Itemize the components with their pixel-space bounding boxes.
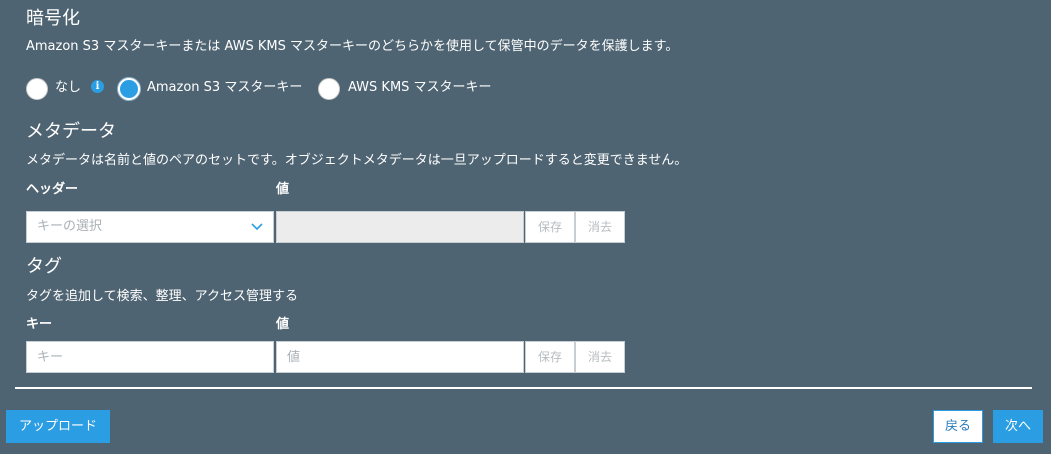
radio-kms-master-key-label[interactable]: AWS KMS マスターキー [348, 80, 492, 96]
metadata-key-select-placeholder: キーの選択 [37, 219, 103, 234]
tags-description: タグを追加して検索、整理、アクセス管理する [26, 289, 298, 304]
radio-none[interactable] [26, 78, 48, 100]
radio-kms-master-key[interactable] [318, 78, 340, 100]
metadata-value-label: 値 [276, 182, 290, 197]
radio-s3-master-key[interactable] [118, 78, 140, 100]
tags-clear-button[interactable]: 消去 [575, 341, 625, 373]
metadata-title: メタデータ [26, 121, 116, 142]
radio-none-label[interactable]: なし [55, 80, 81, 96]
back-button[interactable]: 戻る [933, 410, 983, 443]
metadata-save-button[interactable]: 保存 [525, 211, 575, 243]
metadata-key-select[interactable]: キーの選択 [26, 211, 274, 243]
metadata-description: メタデータは名前と値のペアのセットです。オブジェクトメタデータは一旦アップロード… [26, 153, 688, 168]
tags-title: タグ [26, 256, 62, 277]
tags-key-label: キー [26, 317, 53, 332]
metadata-header-label: ヘッダー [26, 182, 79, 197]
tags-save-button[interactable]: 保存 [525, 341, 575, 373]
upload-button[interactable]: アップロード [6, 410, 110, 443]
next-button[interactable]: 次へ [993, 410, 1043, 443]
chevron-down-icon [251, 223, 263, 231]
tags-value-label: 値 [276, 317, 290, 332]
metadata-value-input[interactable] [276, 211, 524, 243]
encryption-title: 暗号化 [26, 8, 80, 29]
tag-value-input[interactable] [276, 341, 524, 373]
encryption-description: Amazon S3 マスターキーまたは AWS KMS マスターキーのどちらかを… [26, 39, 679, 54]
tag-key-input[interactable] [26, 341, 274, 373]
footer-divider [15, 387, 1032, 389]
metadata-clear-button[interactable]: 消去 [575, 211, 625, 243]
radio-s3-master-key-label[interactable]: Amazon S3 マスターキー [147, 80, 302, 96]
info-icon[interactable]: i [91, 80, 104, 93]
